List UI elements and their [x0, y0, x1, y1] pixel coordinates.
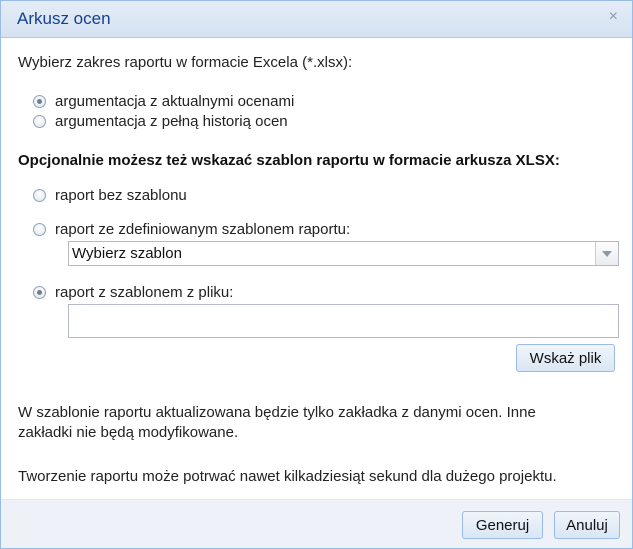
browse-file-button[interactable]: Wskaż plik: [516, 344, 615, 372]
close-icon[interactable]: ×: [609, 8, 618, 26]
report-dialog: Arkusz ocen × Wybierz zakres raportu w f…: [0, 0, 633, 549]
dialog-title: Arkusz ocen: [17, 9, 111, 28]
range-option-history[interactable]: argumentacja z pełną historią ocen: [33, 111, 288, 131]
template-option-defined[interactable]: raport ze zdefiniowanym szablonem raport…: [33, 219, 350, 239]
template-option-none[interactable]: raport bez szablonu: [33, 185, 187, 205]
file-path-field[interactable]: [68, 304, 619, 338]
note-line-2: zakładki nie będą modyfikowane.: [18, 424, 239, 441]
template-option-file[interactable]: raport z szablonem z pliku:: [33, 282, 233, 302]
radio-button[interactable]: [33, 188, 46, 202]
template-select-value: Wybierz szablon: [72, 245, 182, 262]
radio-button-checked[interactable]: [33, 285, 46, 299]
radio-label: raport ze zdefiniowanym szablonem raport…: [55, 220, 351, 238]
radio-label: raport z szablonem z pliku:: [55, 283, 234, 301]
dialog-titlebar: Arkusz ocen ×: [1, 1, 632, 38]
radio-button[interactable]: [33, 114, 46, 128]
timing-note: Tworzenie raportu może potrwać nawet kil…: [18, 468, 557, 485]
radio-button[interactable]: [33, 222, 46, 236]
range-option-current[interactable]: argumentacja z aktualnymi ocenami: [33, 91, 294, 111]
range-prompt: Wybierz zakres raportu w formacie Excela…: [18, 54, 353, 71]
chevron-down-icon[interactable]: [595, 242, 618, 265]
template-select[interactable]: Wybierz szablon: [68, 241, 619, 266]
radio-label: argumentacja z pełną historią ocen: [55, 112, 288, 130]
template-prompt: Opcjonalnie możesz też wskazać szablon r…: [18, 152, 560, 169]
note-line-1: W szablonie raportu aktualizowana będzie…: [18, 404, 536, 421]
generate-button[interactable]: Generuj: [462, 511, 543, 539]
radio-label: raport bez szablonu: [55, 186, 187, 204]
cancel-button[interactable]: Anuluj: [554, 511, 620, 539]
radio-button-checked[interactable]: [33, 94, 46, 108]
radio-label: argumentacja z aktualnymi ocenami: [55, 92, 295, 110]
